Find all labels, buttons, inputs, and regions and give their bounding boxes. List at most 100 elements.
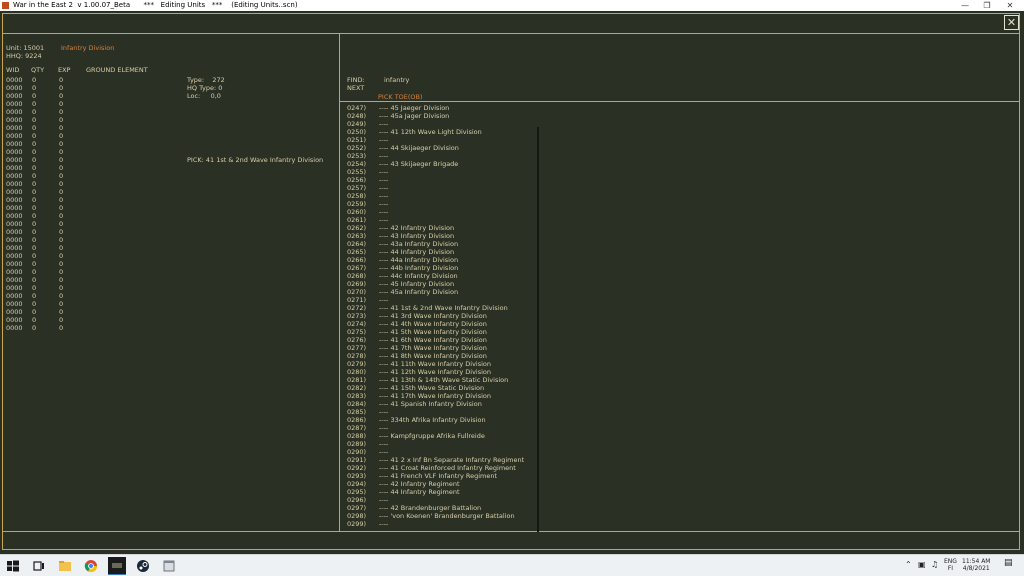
toe-code: 0288) (347, 432, 367, 440)
exp-cell: 0 (59, 284, 64, 292)
toe-item[interactable]: ---- 'von Koenen' Brandenburger Battalio… (379, 512, 524, 520)
toe-item[interactable]: ---- (379, 424, 524, 432)
bottom-divider (2, 531, 1020, 532)
toe-item[interactable]: ---- 44b Infantry Division (379, 264, 524, 272)
close-editor-button[interactable]: ✕ (1004, 15, 1019, 30)
toe-item[interactable]: ---- 41 17th Wave Infantry Division (379, 392, 524, 400)
tray-chevron-icon[interactable]: ⌃ (905, 561, 912, 569)
header-wid: WID (6, 66, 20, 74)
toe-item[interactable]: ---- (379, 520, 524, 528)
toe-item[interactable]: ---- 41 3rd Wave Infantry Division (379, 312, 524, 320)
toe-item[interactable]: ---- 42 Brandenburger Battalion (379, 504, 524, 512)
toe-item[interactable]: ---- 41 12th Wave Light Division (379, 128, 524, 136)
exp-cell: 0 (59, 244, 64, 252)
find-input[interactable]: infantry (384, 76, 409, 84)
toe-code: 0278) (347, 352, 367, 360)
toe-item[interactable]: ---- 41 15th Wave Static Division (379, 384, 524, 392)
wid-cell: 0000 (6, 300, 23, 308)
toe-item[interactable]: ---- 41 12th Wave Infantry Division (379, 368, 524, 376)
toe-item[interactable]: ---- 41 2 x Inf Bn Separate Infantry Reg… (379, 456, 524, 464)
toe-item[interactable]: ---- 41 French VLF Infantry Regiment (379, 472, 524, 480)
toe-item[interactable]: ---- (379, 192, 524, 200)
toe-item[interactable]: ---- 41 Spanish Infantry Division (379, 400, 524, 408)
toe-item[interactable]: ---- 41 4th Wave Infantry Division (379, 320, 524, 328)
toe-item[interactable]: ---- (379, 200, 524, 208)
steam-icon[interactable] (136, 559, 150, 573)
toe-item[interactable]: ---- (379, 120, 524, 128)
pick-toe-button[interactable]: PICK TOE(OB) (378, 93, 423, 101)
qty-cell: 0 (32, 324, 37, 332)
qty-cell: 0 (32, 100, 37, 108)
toe-item[interactable]: ---- (379, 216, 524, 224)
qty-cell: 0 (32, 244, 37, 252)
exp-cell: 0 (59, 292, 64, 300)
toe-item[interactable]: ---- (379, 208, 524, 216)
toe-item[interactable]: ---- (379, 296, 524, 304)
notifications-icon[interactable]: ▤ (1004, 559, 1013, 568)
toe-item[interactable]: ---- 44 Infantry Division (379, 248, 524, 256)
toe-item[interactable]: ---- (379, 176, 524, 184)
toe-item[interactable]: ---- 44a Infantry Division (379, 256, 524, 264)
toe-item[interactable]: ---- 45 Infantry Division (379, 280, 524, 288)
toe-item[interactable]: ---- 44c Infantry Division (379, 272, 524, 280)
toe-item[interactable]: ---- (379, 184, 524, 192)
toe-item[interactable]: ---- 41 5th Wave Infantry Division (379, 328, 524, 336)
close-window-icon[interactable]: ✕ (995, 0, 1024, 11)
toe-item[interactable]: ---- 43a Infantry Division (379, 240, 524, 248)
task-view-icon[interactable] (32, 559, 46, 573)
toe-item[interactable]: ---- (379, 448, 524, 456)
windows-start-icon[interactable] (6, 559, 20, 573)
wid-cell: 0000 (6, 236, 23, 244)
window-title: War in the East 2 v 1.00.07_Beta *** Edi… (13, 1, 298, 9)
toe-list-scrollbar[interactable] (537, 127, 539, 532)
toe-item[interactable]: ---- (379, 152, 524, 160)
toe-item[interactable]: ---- (379, 136, 524, 144)
toe-item[interactable]: ---- 45 Jaeger Division (379, 104, 524, 112)
toe-code: 0289) (347, 440, 367, 448)
toe-item[interactable]: ---- 45a Jager Division (379, 112, 524, 120)
war-in-the-east-icon[interactable] (108, 557, 126, 575)
wid-cell: 0000 (6, 220, 23, 228)
toe-code: 0285) (347, 408, 367, 416)
toe-item[interactable]: ---- 43 Infantry Division (379, 232, 524, 240)
chrome-icon[interactable] (84, 559, 98, 573)
toe-item[interactable]: ---- 41 11th Wave Infantry Division (379, 360, 524, 368)
exp-cell: 0 (59, 268, 64, 276)
toe-item[interactable]: ---- 41 13th & 14th Wave Static Division (379, 376, 524, 384)
file-explorer-icon[interactable] (58, 559, 72, 573)
clock[interactable]: 11:54 AM 4/8/2021 (962, 558, 990, 572)
qty-cell: 0 (32, 188, 37, 196)
toe-item[interactable]: ---- 45a Infantry Division (379, 288, 524, 296)
exp-cell: 0 (59, 276, 64, 284)
wid-cell: 0000 (6, 76, 23, 84)
toe-item[interactable]: ---- (379, 168, 524, 176)
next-button[interactable]: NEXT (347, 84, 364, 92)
toe-item[interactable]: ---- 41 6th Wave Infantry Division (379, 336, 524, 344)
network-icon[interactable]: ▣ (918, 561, 926, 569)
toe-item[interactable]: ---- (379, 408, 524, 416)
toe-item[interactable]: ---- 43 Skijaeger Brigade (379, 160, 524, 168)
toe-item[interactable]: ---- 42 Infantry Regiment (379, 480, 524, 488)
toe-item[interactable]: ---- 41 7th Wave Infantry Division (379, 344, 524, 352)
toe-item[interactable]: ---- 41 Croat Reinforced Infantry Regime… (379, 464, 524, 472)
toe-item[interactable]: ---- 334th Afrika Infantry Division (379, 416, 524, 424)
hhq-label: HHQ: 9224 (6, 52, 42, 60)
input-language[interactable]: ENG FI (944, 558, 957, 572)
toe-item[interactable]: ---- 41 1st & 2nd Wave Infantry Division (379, 304, 524, 312)
wid-cell: 0000 (6, 196, 23, 204)
type-label: Type: 272 (187, 76, 225, 84)
toe-item[interactable]: ---- 41 8th Wave Infantry Division (379, 352, 524, 360)
toe-code: 0279) (347, 360, 367, 368)
toe-item[interactable]: ---- 44 Infantry Regiment (379, 488, 524, 496)
exp-cell: 0 (59, 164, 64, 172)
app-window-icon[interactable] (162, 559, 176, 573)
toe-item[interactable]: ---- 42 Infantry Division (379, 224, 524, 232)
toe-item[interactable]: ---- (379, 496, 524, 504)
wid-cell: 0000 (6, 204, 23, 212)
wid-cell: 0000 (6, 116, 23, 124)
volume-icon[interactable]: ♫ (931, 561, 938, 569)
unit-name: Infantry Division (61, 44, 115, 52)
toe-item[interactable]: ---- 44 Skijaeger Division (379, 144, 524, 152)
toe-item[interactable]: ---- (379, 440, 524, 448)
toe-item[interactable]: ---- Kampfgruppe Afrika Fullreide (379, 432, 524, 440)
